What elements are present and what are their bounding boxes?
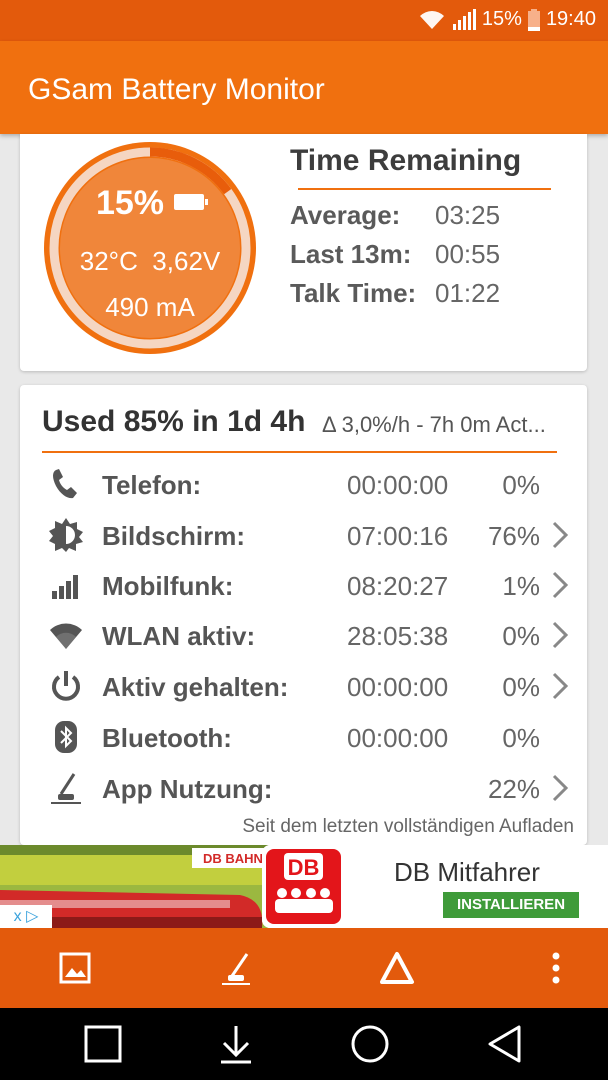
time-remaining-title: Time Remaining — [290, 144, 522, 177]
battery-icon — [174, 194, 209, 210]
usage-footer: Seit dem letzten vollständigen Aufladen — [242, 816, 574, 837]
app-usage-icon — [51, 773, 81, 804]
image-icon[interactable] — [53, 946, 97, 990]
app-usage-icon[interactable] — [214, 946, 258, 990]
divider — [42, 451, 557, 453]
divider — [298, 188, 551, 190]
battery-summary-card[interactable]: 15% 32°C 3,62V 490 mA Time Remaining Ave… — [20, 134, 587, 371]
wifi-icon — [50, 623, 82, 649]
usage-row-mobilfunk[interactable]: Mobilfunk: 08:20:27 1% — [20, 561, 587, 611]
usage-card: Used 85% in 1d 4h Δ 3,0%/h - 7h 0m Act..… — [20, 385, 587, 845]
time-remaining-row: Average: 03:25 — [290, 200, 501, 230]
power-icon — [52, 671, 80, 701]
usage-row-wlan[interactable]: WLAN aktiv: 28:05:38 0% — [20, 611, 587, 661]
battery-temperature: 32°C — [79, 246, 138, 276]
usage-subtitle: Δ 3,0%/h - 7h 0m Act... — [322, 412, 546, 437]
usage-title: Used 85% in 1d 4h — [42, 405, 306, 438]
cell-signal-icon — [52, 575, 78, 599]
ad-brand-small: DB BAHN — [203, 851, 263, 866]
usage-row-app-nutzung[interactable]: App Nutzung: 22% — [20, 764, 587, 814]
battery-icon — [527, 8, 540, 31]
app-bar: GSam Battery Monitor — [0, 41, 608, 134]
ad-banner[interactable]: DB BAHN x ▷ DB DB Mitfahrer INSTALLIEREN — [0, 845, 608, 928]
gauge-text: 15% 32°C 3,62V 490 mA — [42, 140, 258, 356]
download-icon[interactable] — [216, 1024, 256, 1064]
more-vert-icon[interactable] — [534, 946, 578, 990]
chevron-right-icon — [552, 621, 569, 649]
battery-temp-voltage: 32°C 3,62V — [42, 246, 258, 277]
triangle-icon[interactable] — [375, 946, 419, 990]
ad-choices-badge[interactable]: x ▷ — [0, 905, 52, 928]
battery-percent: 15% — [42, 184, 258, 223]
phone-icon — [53, 469, 77, 499]
battery-current: 490 mA — [105, 292, 195, 322]
bluetooth-icon — [55, 721, 77, 753]
chevron-right-icon — [552, 774, 569, 802]
install-button[interactable]: INSTALLIEREN — [443, 892, 579, 918]
recents-icon[interactable] — [83, 1024, 123, 1064]
db-logo-icon: DB — [262, 845, 345, 928]
system-nav-bar — [0, 1008, 608, 1080]
usage-row-telefon[interactable]: Telefon: 00:00:00 0% — [20, 460, 587, 510]
status-bar: 15% 19:40 — [0, 0, 608, 41]
bottom-toolbar — [0, 928, 608, 1008]
home-icon[interactable] — [350, 1024, 390, 1064]
status-battery-percent: 15% — [481, 8, 522, 30]
svg-text:DB: DB — [288, 855, 320, 880]
cell-signal-icon — [452, 8, 476, 30]
wifi-icon — [419, 10, 444, 29]
status-icons: 15% 19:40 — [418, 8, 596, 31]
battery-voltage: 3,62V — [152, 246, 221, 276]
usage-row-bildschirm[interactable]: Bildschirm: 07:00:16 76% — [20, 511, 587, 561]
time-remaining-row: Talk Time: 01:22 — [290, 278, 501, 308]
usage-row-aktiv-gehalten[interactable]: Aktiv gehalten: 00:00:00 0% — [20, 662, 587, 712]
usage-row-bluetooth[interactable]: Bluetooth: 00:00:00 0% — [20, 713, 587, 763]
status-time: 19:40 — [545, 8, 596, 30]
ad-title: DB Mitfahrer — [394, 857, 540, 887]
app-title: GSam Battery Monitor — [28, 73, 325, 106]
back-icon[interactable] — [485, 1024, 525, 1064]
chevron-right-icon — [552, 571, 569, 599]
time-remaining-row: Last 13m: 00:55 — [290, 239, 501, 269]
chevron-right-icon — [552, 672, 569, 700]
chevron-right-icon — [552, 521, 569, 549]
screen-brightness-icon — [49, 518, 83, 552]
